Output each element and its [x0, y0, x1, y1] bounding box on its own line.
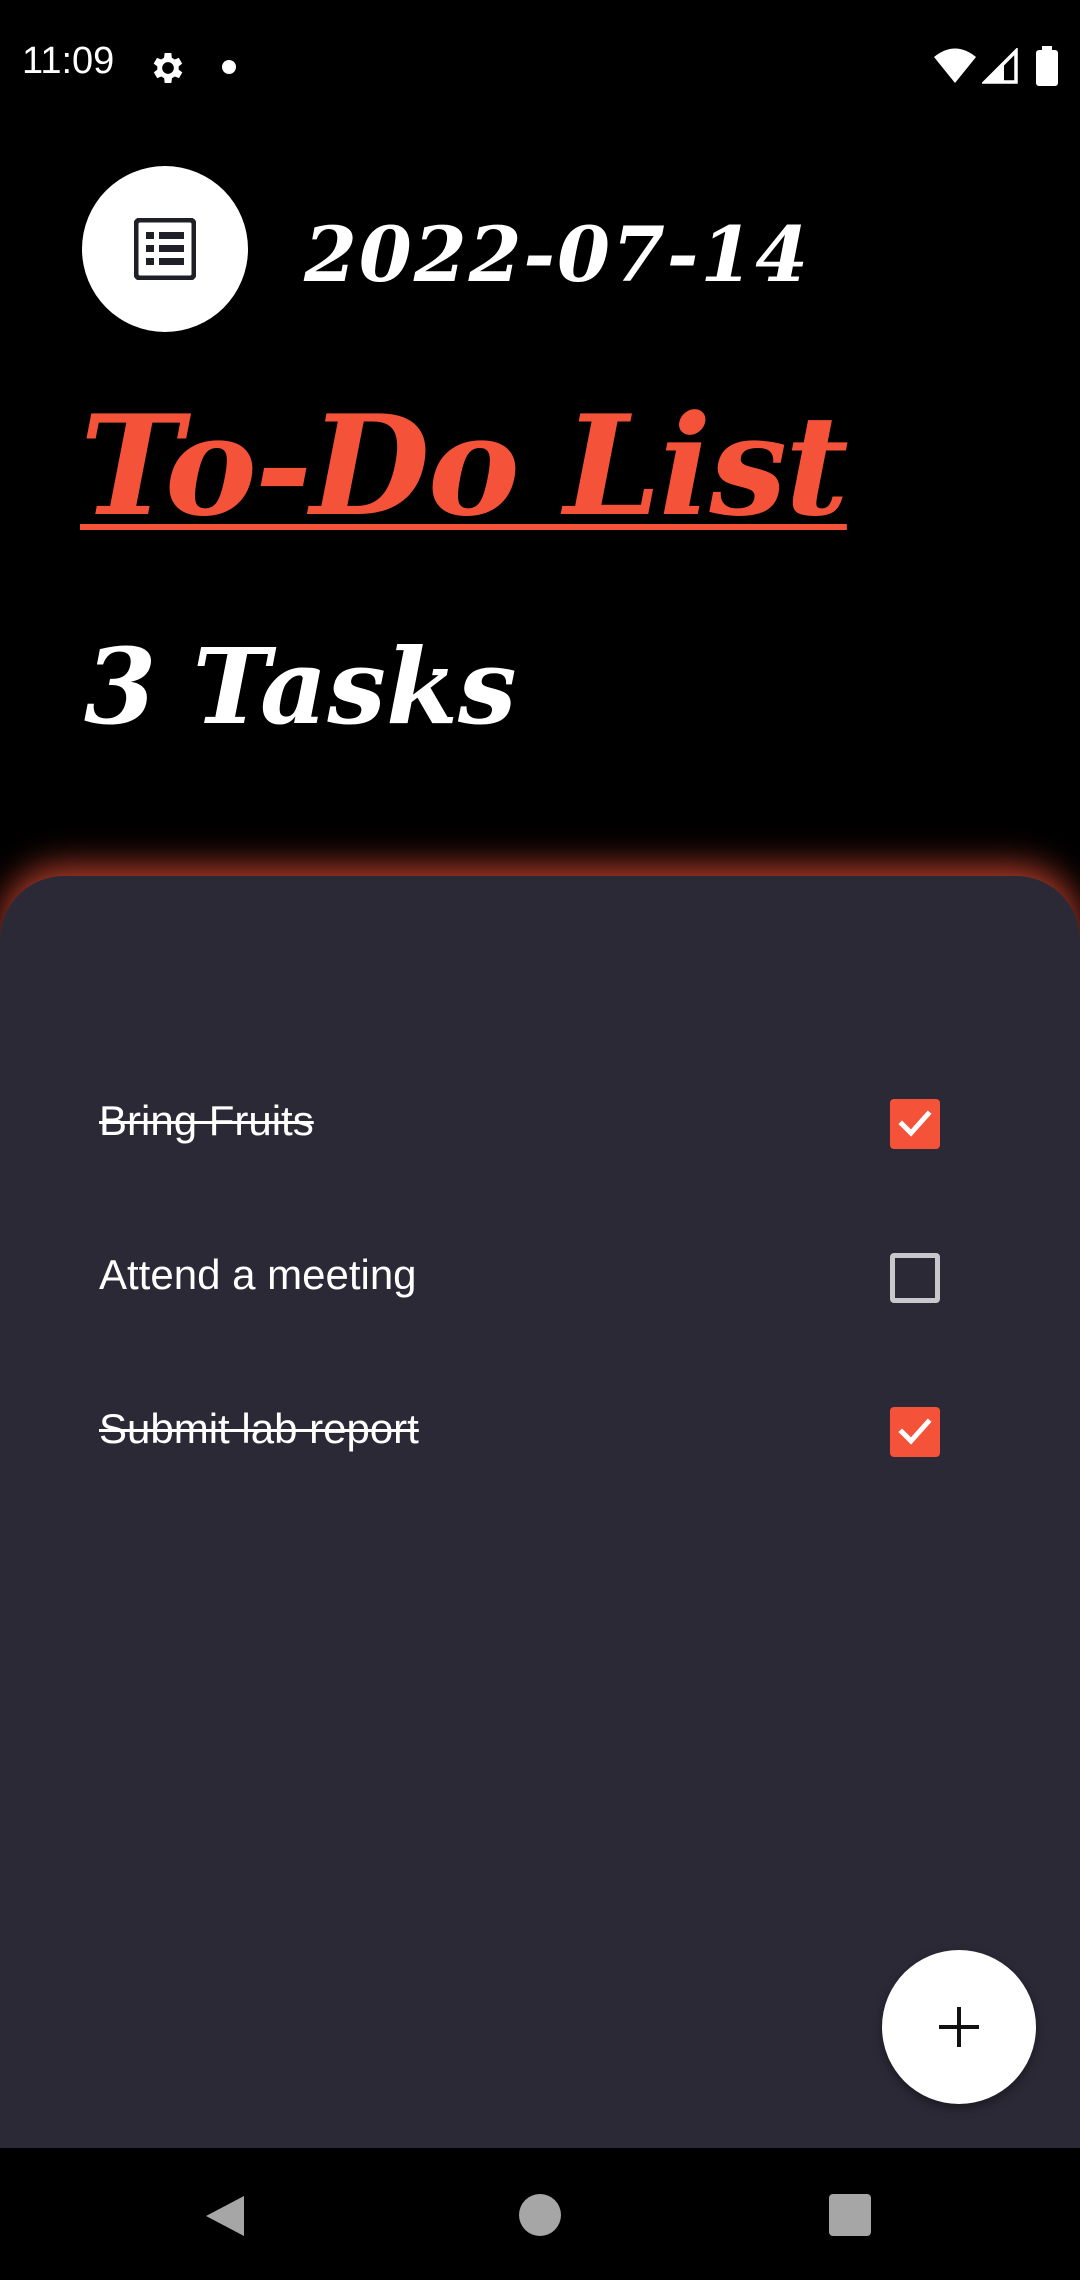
notification-dot-icon [222, 60, 236, 74]
gear-icon [153, 53, 183, 83]
task-label: Submit lab report [99, 1405, 419, 1452]
list-icon-button [82, 166, 248, 332]
battery-icon [1036, 46, 1058, 86]
recents-icon[interactable] [829, 2194, 871, 2236]
page-title: To-Do List [80, 384, 849, 547]
status-time: 11:09 [22, 40, 115, 82]
wifi-icon [934, 48, 976, 83]
checkmark-icon [898, 1418, 932, 1445]
task-label: Bring Fruits [99, 1097, 314, 1144]
task-count: 3 Tasks [84, 625, 517, 748]
task-list-panel: Bring Fruits Attend a meeting Submit lab… [0, 876, 1080, 2148]
status-bar: 11:09 [0, 0, 1080, 135]
task-checkbox[interactable] [890, 1099, 940, 1149]
checkmark-icon [898, 1110, 932, 1137]
add-task-button[interactable] [882, 1950, 1036, 2104]
list-icon [134, 218, 196, 280]
task-checkbox[interactable] [890, 1407, 940, 1457]
app-screen: 11:09 2022-07-14 To-Do List 3 Tasks Brin… [0, 0, 1080, 2280]
task-row[interactable]: Bring Fruits [0, 1063, 1080, 1183]
navigation-bar [0, 2148, 1080, 2280]
current-date: 2022-07-14 [304, 210, 811, 299]
task-checkbox[interactable] [890, 1253, 940, 1303]
back-icon[interactable] [204, 2194, 246, 2238]
task-label: Attend a meeting [99, 1251, 417, 1298]
signal-icon [982, 48, 1018, 84]
home-icon[interactable] [519, 2194, 561, 2236]
task-row[interactable]: Attend a meeting [0, 1217, 1080, 1337]
task-row[interactable]: Submit lab report [0, 1371, 1080, 1491]
plus-icon [939, 2007, 979, 2047]
